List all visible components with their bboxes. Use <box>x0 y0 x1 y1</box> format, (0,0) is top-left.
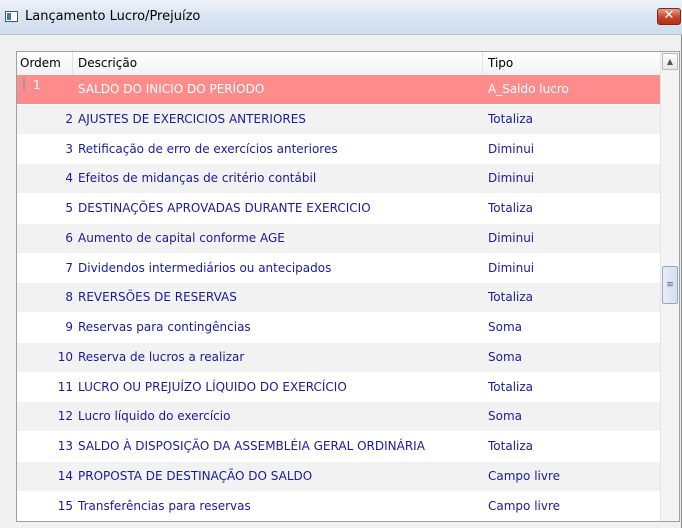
cell-descricao: Aumento de capital conforme AGE <box>78 230 285 245</box>
data-grid: Ordem Descrição Tipo 1 SALDO DO INICIO DO… <box>16 51 680 522</box>
vertical-scrollbar[interactable]: ▲ ≡ <box>660 52 679 521</box>
cell-descricao: Dividendos intermediários ou antecipados <box>78 260 332 275</box>
cell-descricao: Transferências para reservas <box>78 498 251 513</box>
cell-tipo: Diminui <box>488 260 535 275</box>
scroll-up-button[interactable]: ▲ <box>662 53 678 70</box>
cell-ordem: 1 <box>33 78 41 92</box>
scrollbar-thumb[interactable]: ≡ <box>662 266 678 304</box>
table-row[interactable]: 8 REVERSÕES DE RESERVAS Totaliza <box>17 283 660 313</box>
cell-descricao: REVERSÕES DE RESERVAS <box>78 290 237 305</box>
grid-rows: 1 SALDO DO INICIO DO PERÍODO A_Saldo lucro… <box>17 75 660 521</box>
cell-tipo: Diminui <box>488 230 535 245</box>
table-row[interactable]: 3 Retificação de erro de exercícios anter… <box>17 134 660 165</box>
table-row[interactable]: 14 PROPOSTA DE DESTINAÇÃO DO SALDO Campo l… <box>17 461 660 492</box>
table-row[interactable]: 10 Reserva de lucros a realizar Soma <box>17 342 660 373</box>
cell-ordem: 15 <box>57 498 73 513</box>
cell-tipo: Campo livre <box>488 498 561 513</box>
cell-tipo: Soma <box>488 349 523 364</box>
cell-ordem: 12 <box>57 409 73 424</box>
cell-descricao: Reservas para contingências <box>78 320 251 334</box>
grip-icon: ≡ <box>666 280 674 290</box>
cell-descricao: SALDO À DISPOSIÇÃO DA ASSEMBLÉIA GERAL O… <box>78 439 425 453</box>
grid-header: Ordem Descrição Tipo <box>17 52 660 76</box>
column-header-ordem[interactable]: Ordem <box>17 52 73 75</box>
cell-descricao: Lucro líquido do exercício <box>78 409 231 424</box>
table-row[interactable]: 12 Lucro líquido do exercício Soma <box>17 402 660 432</box>
cell-tipo: Totaliza <box>488 290 534 305</box>
table-row[interactable]: 2 AJUSTES DE EXERCICIOS ANTERIORES Totaliz… <box>17 104 660 135</box>
cell-tipo: Totaliza <box>488 111 534 126</box>
table-row[interactable]: 15 Transferências para reservas Campo livr… <box>17 491 660 521</box>
cell-ordem: 5 <box>65 201 73 215</box>
window-app-icon <box>5 11 18 22</box>
arrow-up-icon: ▲ <box>666 57 674 66</box>
dialog-window: Lançamento Lucro/Prejuízo ✕ Ordem Descri… <box>0 0 682 528</box>
table-row[interactable]: 11 LUCRO OU PREJUÍZO LÍQUIDO DO EXERCÍCIO… <box>17 372 660 403</box>
cell-descricao: Reserva de lucros a realizar <box>78 349 245 364</box>
window-title: Lançamento Lucro/Prejuízo <box>25 9 201 24</box>
cell-tipo: Soma <box>488 320 523 334</box>
cell-ordem: 10 <box>57 349 73 364</box>
table-row[interactable]: 5 DESTINAÇÕES APROVADAS DURANTE EXERCICIO… <box>17 194 660 224</box>
cell-descricao: Retificação de erro de exercícios anteri… <box>78 141 338 156</box>
table-row[interactable]: 1 SALDO DO INICIO DO PERÍODO A_Saldo lucro <box>17 75 660 105</box>
cell-ordem: 2 <box>65 111 73 126</box>
cell-ordem: 3 <box>65 141 73 156</box>
cell-ordem: 8 <box>65 290 73 305</box>
column-header-descricao[interactable]: Descrição <box>73 52 483 75</box>
cell-tipo: Soma <box>488 409 523 424</box>
cell-descricao: DESTINAÇÕES APROVADAS DURANTE EXERCICIO <box>78 201 371 215</box>
cell-tipo: Totaliza <box>488 439 534 453</box>
cell-ordem: 4 <box>65 171 73 186</box>
close-button[interactable]: ✕ <box>657 8 681 25</box>
cell-descricao: Efeitos de midanças de critério contábil <box>78 171 317 186</box>
cell-descricao: PROPOSTA DE DESTINAÇÃO DO SALDO <box>78 468 313 483</box>
cell-tipo: Diminui <box>488 171 535 186</box>
table-row[interactable]: 6 Aumento de capital conforme AGE Diminui <box>17 223 660 254</box>
cell-tipo: Campo livre <box>488 468 561 483</box>
cell-ordem: 14 <box>57 468 73 483</box>
cell-tipo: Totaliza <box>488 201 534 215</box>
cell-ordem: 11 <box>57 379 73 394</box>
cell-tipo: Diminui <box>488 141 535 156</box>
cell-descricao: LUCRO OU PREJUÍZO LÍQUIDO DO EXERCÍCIO <box>78 379 347 394</box>
table-row[interactable]: 9 Reservas para contingências Soma <box>17 313 660 343</box>
table-row[interactable]: 7 Dividendos intermediários ou antecipado… <box>17 253 660 284</box>
cell-tipo: A_Saldo lucro <box>488 82 569 96</box>
cell-ordem: 7 <box>65 260 73 275</box>
title-bar[interactable]: Lançamento Lucro/Prejuízo ✕ <box>0 0 682 35</box>
cell-ordem: 13 <box>57 439 73 453</box>
cell-descricao: AJUSTES DE EXERCICIOS ANTERIORES <box>78 111 306 126</box>
cell-ordem: 9 <box>65 320 73 334</box>
cell-ordem: 6 <box>65 230 73 245</box>
column-header-tipo[interactable]: Tipo <box>483 52 660 75</box>
cell-tipo: Totaliza <box>488 379 534 394</box>
close-icon: ✕ <box>663 8 675 23</box>
table-row[interactable]: 4 Efeitos de midanças de critério contábi… <box>17 164 660 194</box>
table-row[interactable]: 13 SALDO À DISPOSIÇÃO DA ASSEMBLÉIA GERAL… <box>17 432 660 462</box>
cell-descricao: SALDO DO INICIO DO PERÍODO <box>78 82 265 96</box>
